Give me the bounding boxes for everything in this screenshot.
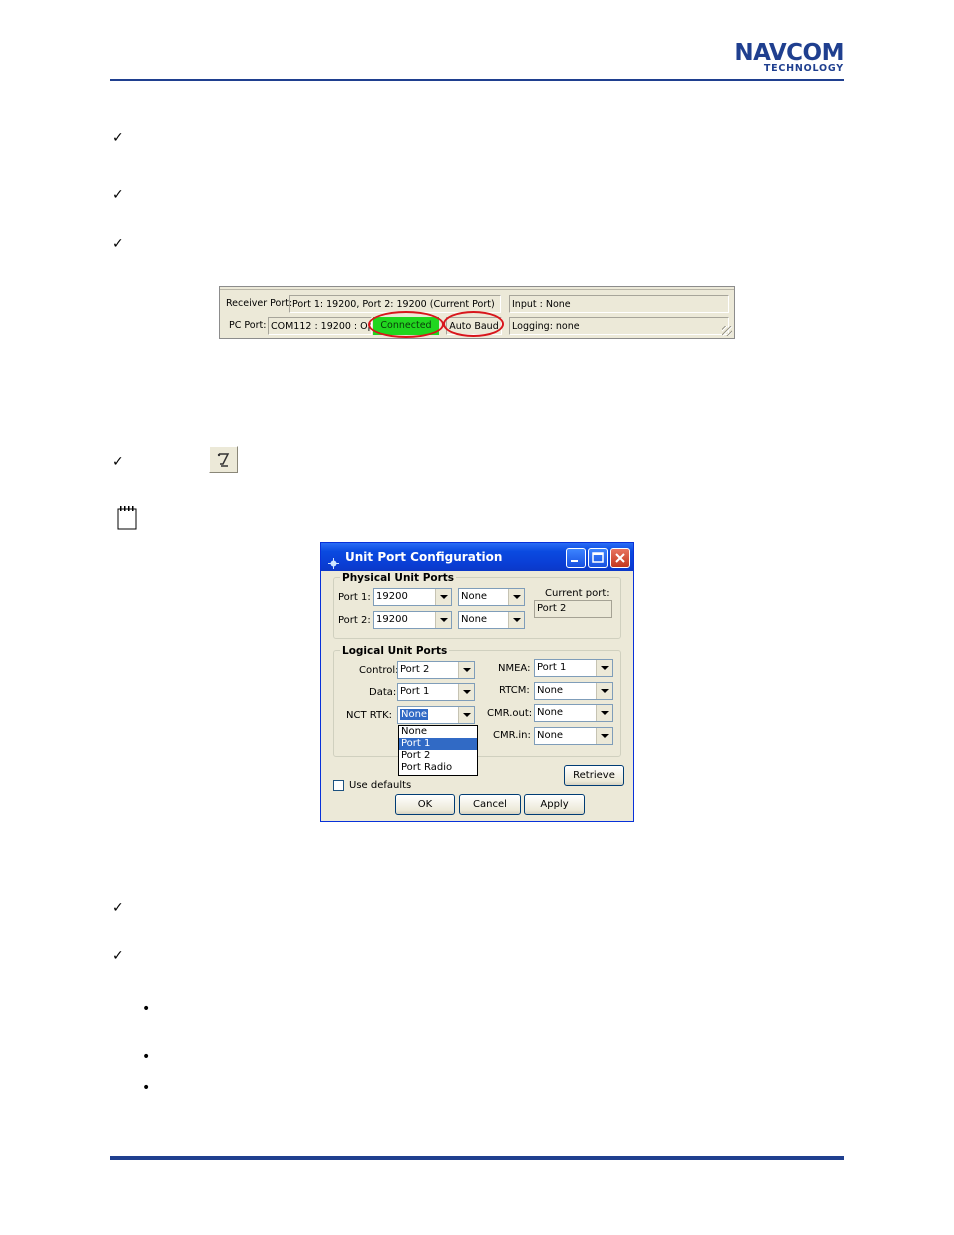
chevron-down-icon: [508, 612, 524, 628]
cmr-in-label: CMR.in:: [493, 730, 531, 741]
physical-ports-title: Physical Unit Ports: [340, 572, 457, 584]
check-icon: ✓: [112, 236, 124, 252]
use-defaults-checkbox[interactable]: [333, 780, 344, 791]
nmea-label: NMEA:: [498, 663, 531, 674]
port2-label: Port 2:: [338, 615, 371, 626]
note-pad-icon: [117, 505, 137, 530]
close-button[interactable]: [610, 548, 630, 568]
ok-button[interactable]: OK: [395, 794, 455, 815]
bullet-icon: •: [142, 1080, 151, 1096]
input-field: Input : None: [509, 295, 729, 313]
nct-rtk-dropdown-list: None Port 1 Port 2 Port Radio: [398, 725, 478, 776]
dropdown-option-highlighted[interactable]: Port 1: [399, 738, 477, 750]
cmr-in-select[interactable]: None: [534, 727, 613, 745]
cancel-button[interactable]: Cancel: [459, 794, 521, 815]
chevron-down-icon: [458, 684, 474, 700]
data-label: Data:: [369, 687, 397, 698]
port1-label: Port 1:: [338, 592, 371, 603]
port2-mode-select[interactable]: None: [458, 611, 525, 629]
logical-ports-title: Logical Unit Ports: [340, 645, 450, 657]
check-icon: ✓: [112, 900, 124, 916]
control-value: Port 2: [400, 664, 430, 675]
port2-mode-value: None: [461, 614, 488, 625]
chevron-down-icon: [458, 662, 474, 678]
maximize-button[interactable]: [588, 548, 608, 568]
cmr-in-value: None: [537, 730, 564, 741]
status-bar-screenshot: Receiver Port: Port 1: 19200, Port 2: 19…: [219, 286, 735, 339]
pc-port-label: PC Port:: [229, 320, 267, 331]
bullet-icon: •: [142, 1049, 151, 1065]
check-icon: ✓: [112, 187, 124, 203]
port1-mode-value: None: [461, 591, 488, 602]
status-bar-divider: [220, 287, 734, 290]
unit-port-configuration-dialog: Unit Port Configuration Physical Unit Po…: [320, 542, 634, 822]
chevron-down-icon: [596, 660, 612, 676]
logging-field: Logging: none: [509, 317, 729, 335]
chevron-down-icon: [435, 589, 451, 605]
nmea-select[interactable]: Port 1: [534, 659, 613, 677]
data-select[interactable]: Port 1: [397, 683, 475, 701]
apply-button[interactable]: Apply: [524, 794, 585, 815]
control-label: Control:: [359, 665, 399, 676]
logo-main-text: NAVCOM: [734, 40, 844, 66]
cmr-out-label: CMR.out:: [487, 708, 533, 719]
use-defaults-label: Use defaults: [349, 780, 412, 791]
header-rule: [110, 79, 844, 81]
resize-grip-icon: [722, 326, 732, 336]
nct-rtk-label: NCT RTK:: [346, 710, 393, 721]
dropdown-option[interactable]: Port 2: [399, 750, 477, 762]
rtcm-label: RTCM:: [499, 685, 530, 696]
chevron-down-icon: [596, 705, 612, 721]
app-icon: [328, 551, 339, 569]
check-icon: ✓: [112, 130, 124, 146]
connected-highlight-circle: [368, 311, 444, 338]
chevron-down-icon: [508, 589, 524, 605]
port2-baud-select[interactable]: 19200: [373, 611, 452, 629]
port2-baud-value: 19200: [376, 614, 408, 625]
navcom-logo: NAVCOM TECHNOLOGY: [718, 42, 844, 74]
current-port-field: Port 2: [534, 600, 612, 618]
data-value: Port 1: [400, 686, 430, 697]
chevron-down-icon: [435, 612, 451, 628]
nct-rtk-select[interactable]: None: [397, 706, 475, 724]
chevron-down-icon: [458, 707, 474, 723]
receiver-port-label: Receiver Port:: [226, 298, 293, 309]
rtcm-select[interactable]: None: [534, 682, 613, 700]
pc-port-field: COM112 : 19200 : Open: [268, 317, 372, 335]
dropdown-option[interactable]: Port Radio: [399, 762, 477, 774]
footer-rule: [110, 1156, 844, 1160]
port-config-toolbar-icon: [209, 446, 238, 473]
port1-mode-select[interactable]: None: [458, 588, 525, 606]
chevron-down-icon: [596, 728, 612, 744]
chevron-down-icon: [596, 683, 612, 699]
dropdown-option[interactable]: None: [399, 726, 477, 738]
auto-baud-highlight-circle: [443, 311, 504, 337]
minimize-button[interactable]: [566, 548, 586, 568]
cmr-out-select[interactable]: None: [534, 704, 613, 722]
cmr-out-value: None: [537, 707, 564, 718]
nmea-value: Port 1: [537, 662, 567, 673]
rtcm-value: None: [537, 685, 564, 696]
nct-rtk-value: None: [400, 709, 429, 720]
check-icon: ✓: [112, 454, 124, 470]
check-icon: ✓: [112, 948, 124, 964]
retrieve-button[interactable]: Retrieve: [564, 765, 624, 786]
port1-baud-select[interactable]: 19200: [373, 588, 452, 606]
dialog-title: Unit Port Configuration: [345, 550, 503, 564]
bullet-icon: •: [142, 1001, 151, 1017]
port1-baud-value: 19200: [376, 591, 408, 602]
control-select[interactable]: Port 2: [397, 661, 475, 679]
dialog-titlebar[interactable]: Unit Port Configuration: [321, 543, 633, 571]
